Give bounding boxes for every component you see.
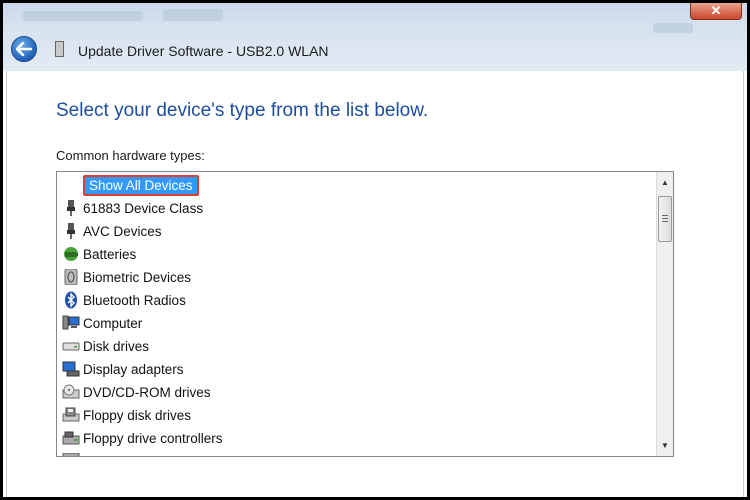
wizard-content: Select your device's type from the list … [6,71,744,497]
connector-icon [61,222,80,240]
list-item-display-adapters[interactable]: Display adapters [61,358,184,380]
back-arrow-icon [16,42,32,56]
display-adapter-icon [61,360,80,378]
list-item-floppy-drive-controllers[interactable]: Floppy drive controllers [61,427,223,449]
partial-item-icon [61,452,80,456]
list-item-61883-device-class[interactable]: 61883 Device Class [61,197,203,219]
list-item-label: Bluetooth Radios [83,292,186,308]
list-item-label: Display adapters [83,361,184,377]
list-item-biometric-devices[interactable]: Biometric Devices [61,266,191,288]
list-item-show-all-devices[interactable]: Show All Devices [61,174,199,196]
hardware-types-list[interactable]: Show All Devices 61883 Device Class AVC … [56,171,674,457]
bluetooth-icon [61,291,80,309]
battery-icon [61,245,80,263]
list-item-batteries[interactable]: Batteries [61,243,136,265]
dvd-drive-icon [61,383,80,401]
list-item-avc-devices[interactable]: AVC Devices [61,220,162,242]
grip-line [662,221,668,222]
background-blur [163,9,223,21]
list-item-partial [61,450,83,456]
window-title: Update Driver Software - USB2.0 WLAN [78,43,329,59]
background-blur [23,11,143,21]
fingerprint-icon [61,268,80,286]
disk-drive-icon [61,337,80,355]
list-item-bluetooth-radios[interactable]: Bluetooth Radios [61,289,186,311]
list-item-label: Floppy disk drives [83,407,192,423]
floppy-controller-icon [61,429,80,447]
floppy-drive-icon [61,406,80,424]
back-button[interactable] [11,36,37,62]
page-heading: Select your device's type from the list … [56,100,429,121]
vertical-scrollbar[interactable]: ▲ ▼ [656,172,673,456]
grip-line [662,218,668,219]
computer-icon [61,314,80,332]
scroll-up-arrow-icon[interactable]: ▲ [657,174,673,191]
list-item-floppy-disk-drives[interactable]: Floppy disk drives [61,404,191,426]
grip-line [662,215,668,216]
list-item-disk-drives[interactable]: Disk drives [61,335,149,357]
list-item-label: Show All Devices [83,174,199,196]
list-item-label: Computer [83,315,143,331]
connector-icon [61,199,80,217]
dialog-window: ✕ Update Driver Software - USB2.0 WLAN S… [3,3,747,497]
title-bar: ✕ Update Driver Software - USB2.0 WLAN [3,3,747,71]
blank-icon [61,176,80,194]
list-item-computer[interactable]: Computer [61,312,142,334]
list-item-label: Floppy drive controllers [83,430,223,446]
list-item-label: Batteries [83,246,137,262]
usb-device-icon [55,41,64,57]
scroll-down-arrow-icon[interactable]: ▼ [657,437,673,454]
list-item-label: Biometric Devices [83,269,192,285]
list-label: Common hardware types: [56,148,205,163]
list-item-label: Disk drives [83,338,150,354]
list-item-label: 61883 Device Class [83,200,204,216]
scroll-thumb[interactable] [658,196,672,242]
background-blur [653,23,693,33]
list-item-label: AVC Devices [83,223,162,239]
list-item-dvd-cd-rom-drives[interactable]: DVD/CD-ROM drives [61,381,211,403]
close-button[interactable]: ✕ [690,3,742,20]
list-item-label: DVD/CD-ROM drives [83,384,211,400]
